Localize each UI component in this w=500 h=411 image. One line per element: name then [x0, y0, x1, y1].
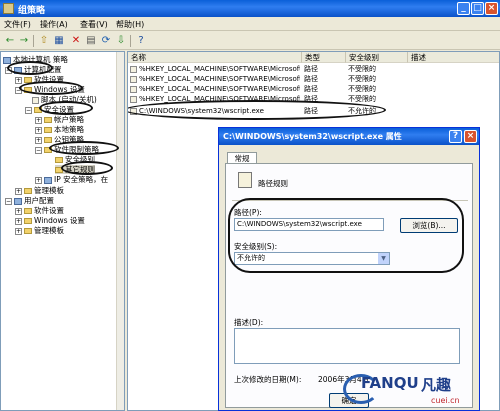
watermark-cn: 凡趣 [421, 376, 452, 394]
folder-icon [44, 137, 52, 143]
column-header-level[interactable]: 安全级别 [346, 52, 408, 63]
minimize-button[interactable]: _ [457, 2, 470, 15]
delete-icon[interactable]: ✕ [70, 35, 82, 47]
expand-icon[interactable]: + [15, 227, 22, 235]
properties-dialog: C:\WINDOWS\system32\wscript.exe 属性 ? × 常… [218, 127, 480, 411]
highlight-oval [19, 81, 83, 95]
folder-icon [44, 127, 52, 133]
collapse-icon[interactable]: − [25, 106, 32, 114]
menu-bar: 文件(F) 操作(A) 查看(V) 帮助(H) [0, 17, 500, 31]
description-textarea[interactable] [234, 328, 460, 364]
title-bar: 组策略 _ □ × [0, 0, 500, 17]
app-icon [3, 3, 14, 14]
folder-icon [44, 117, 52, 123]
tree-item-u-windows[interactable]: + Windows 设置 [15, 216, 85, 225]
folder-icon [24, 208, 32, 214]
dialog-close-button[interactable]: × [464, 130, 477, 143]
tree-item-user-config[interactable]: − 用户配置 [5, 196, 54, 205]
folder-icon [24, 218, 32, 224]
rule-icon [130, 95, 137, 103]
tree-item-local-policies[interactable]: + 本地策略 [35, 125, 84, 134]
watermark-brand: FANQU [361, 374, 419, 392]
show-hide-tree-icon[interactable]: ▦ [53, 35, 65, 47]
folder-icon [55, 157, 63, 163]
dialog-help-button[interactable]: ? [449, 130, 462, 143]
highlight-oval [61, 161, 113, 175]
expand-icon[interactable]: + [35, 176, 42, 184]
tree-item-u-admin[interactable]: + 管理模板 [15, 226, 64, 235]
menu-file[interactable]: 文件(F) [4, 19, 31, 30]
list-row[interactable]: %HKEY_LOCAL_MACHINE\SOFTWARE\Microsoft\.… [128, 84, 499, 94]
group-policy-window: 组策略 _ □ × 文件(F) 操作(A) 查看(V) 帮助(H) ← → ⇧ … [0, 0, 500, 411]
folder-icon [24, 188, 32, 194]
highlight-oval [49, 141, 119, 155]
collapse-icon[interactable]: − [5, 197, 12, 205]
tree-pane: 本地计算机 策略 − 计算机配置 + 软件设置 − Windows 设置 脚本 (启动… [0, 51, 125, 411]
close-button[interactable]: × [485, 2, 498, 15]
user-icon [14, 197, 22, 205]
rule-icon [130, 65, 137, 73]
rule-name: 路径规则 [258, 179, 288, 188]
column-header-desc[interactable]: 描述 [408, 52, 499, 63]
tree-item-ip-security[interactable]: + IP 安全策略，在 [35, 175, 108, 184]
up-folder-icon[interactable]: ⇧ [38, 35, 50, 47]
refresh-icon[interactable]: ⟳ [100, 35, 112, 47]
list-row[interactable]: %HKEY_LOCAL_MACHINE\SOFTWARE\Microsoft\.… [128, 64, 499, 74]
expand-icon[interactable]: + [15, 76, 22, 84]
scripts-icon [32, 96, 39, 104]
expand-icon[interactable]: + [15, 187, 22, 195]
toolbar-separator [33, 35, 34, 47]
watermark-url: cuei.cn [431, 396, 460, 405]
ip-security-icon [44, 176, 52, 184]
export-list-icon[interactable]: ⇩ [115, 35, 127, 47]
list-row[interactable]: %HKEY_LOCAL_MACHINE\SOFTWARE\Microsoft\.… [128, 74, 499, 84]
expand-icon[interactable]: + [35, 136, 42, 144]
expand-icon[interactable]: + [15, 207, 22, 215]
dialog-title: C:\WINDOWS\system32\wscript.exe 属性 [219, 128, 479, 145]
policy-icon [3, 56, 11, 64]
rule-icon [130, 85, 137, 93]
toolbar-separator [130, 35, 131, 47]
tree-scrollbar[interactable] [116, 52, 124, 410]
properties-icon[interactable]: ▤ [85, 35, 97, 47]
expand-icon[interactable]: + [15, 217, 22, 225]
expand-icon[interactable]: + [35, 126, 42, 134]
column-header-type[interactable]: 类型 [302, 52, 346, 63]
highlight-oval [39, 101, 93, 115]
menu-action[interactable]: 操作(A) [40, 19, 68, 30]
highlight-oval [7, 61, 53, 75]
path-rule-icon [238, 172, 252, 188]
column-header-name[interactable]: 名称 [128, 52, 302, 63]
watermark: FANQU 凡趣 cuei.cn [335, 372, 500, 411]
help-icon[interactable]: ? [135, 35, 147, 47]
maximize-button[interactable]: □ [471, 2, 484, 15]
collapse-icon[interactable]: − [35, 146, 42, 154]
highlight-oval [228, 198, 464, 273]
folder-icon [24, 228, 32, 234]
highlight-oval [128, 100, 386, 120]
tree-item-admin-templates[interactable]: + 管理模板 [15, 186, 64, 195]
back-icon[interactable]: ← [4, 35, 16, 47]
description-label: 描述(D): [234, 318, 264, 327]
tree-item-account-policies[interactable]: + 帐户策略 [35, 115, 84, 124]
forward-icon[interactable]: → [18, 35, 30, 47]
tree-item-u-software[interactable]: + 软件设置 [15, 206, 64, 215]
rule-icon [130, 75, 137, 83]
modified-date-label: 上次修改的日期(M): [234, 375, 302, 384]
toolbar: ← → ⇧ ▦ ✕ ▤ ⟳ ⇩ ? [0, 32, 500, 50]
menu-help[interactable]: 帮助(H) [116, 19, 144, 30]
expand-icon[interactable]: + [35, 116, 42, 124]
menu-view[interactable]: 查看(V) [80, 19, 108, 30]
window-title: 组策略 [18, 6, 46, 16]
